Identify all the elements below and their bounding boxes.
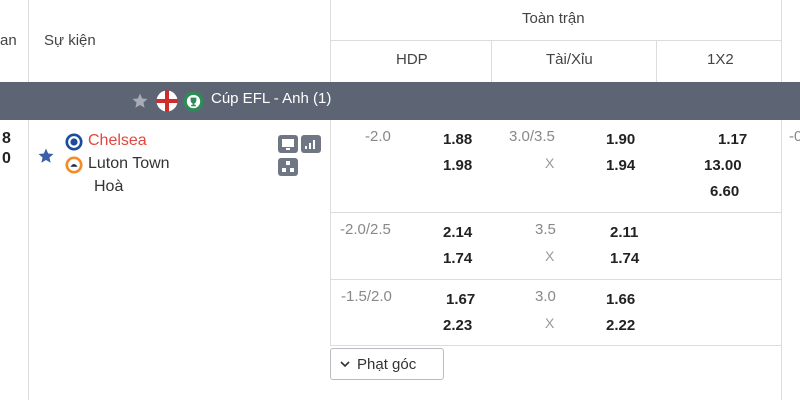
efl-cup-icon [183, 91, 204, 112]
england-flag-icon [156, 90, 178, 112]
hdp-away-odd[interactable]: 1.98 [443, 157, 472, 174]
column-divider [491, 40, 492, 82]
ou-over-odd[interactable]: 1.90 [606, 131, 635, 148]
chelsea-crest-icon [65, 133, 83, 151]
favorite-star-icon[interactable] [37, 147, 55, 165]
ou-under-odd[interactable]: 1.74 [610, 250, 639, 267]
ou-line: 3.5 [535, 221, 556, 238]
away-team-name[interactable]: Luton Town [88, 155, 170, 173]
chevron-down-icon [340, 361, 350, 368]
corner-odds-button[interactable]: Phạt góc [330, 348, 444, 380]
stats-icon[interactable] [301, 135, 321, 153]
header-full-match: Toàn trận [522, 10, 585, 27]
league-bar[interactable] [0, 82, 800, 120]
column-divider [330, 0, 331, 345]
match-time-partial: 0 [2, 150, 11, 167]
1x2-draw-odd[interactable]: 6.60 [710, 183, 739, 200]
header-time-partial: an [0, 32, 17, 49]
league-name[interactable]: Cúp EFL - Anh (1) [211, 90, 331, 107]
luton-crest-icon [65, 156, 83, 174]
header-event: Sự kiện [44, 32, 96, 49]
monitor-icon[interactable] [278, 135, 298, 153]
1x2-home-odd[interactable]: 1.17 [718, 131, 747, 148]
column-divider [781, 120, 782, 400]
hdp-home-odd[interactable]: 1.88 [443, 131, 472, 148]
home-team-name[interactable]: Chelsea [88, 132, 147, 150]
next-column-partial: -0 [789, 128, 800, 145]
header-1x2[interactable]: 1X2 [707, 51, 734, 68]
column-divider [656, 40, 657, 82]
draw-label: Hoà [94, 178, 124, 195]
header-hdp[interactable]: HDP [396, 51, 428, 68]
column-divider [781, 0, 782, 82]
header-over-under[interactable]: Tài/Xỉu [546, 51, 593, 68]
ou-over-odd[interactable]: 1.66 [606, 291, 635, 308]
ou-under-odd[interactable]: 1.94 [606, 157, 635, 174]
row-divider [330, 345, 781, 346]
column-divider [28, 0, 29, 400]
hdp-line: -2.0/2.5 [340, 221, 391, 238]
match-time-partial: 8 [2, 130, 11, 147]
ou-line: 3.0 [535, 288, 556, 305]
1x2-away-odd[interactable]: 13.00 [704, 157, 742, 174]
corner-odds-label: Phạt góc [357, 355, 417, 373]
ou-x-label: X [545, 248, 555, 264]
lineup-icon[interactable] [278, 158, 298, 176]
hdp-home-odd[interactable]: 1.67 [446, 291, 475, 308]
ou-x-label: X [545, 155, 555, 171]
ou-over-odd[interactable]: 2.11 [610, 224, 638, 241]
ou-x-label: X [545, 315, 555, 331]
hdp-line: -2.0 [365, 128, 391, 145]
ou-under-odd[interactable]: 2.22 [606, 317, 635, 334]
star-icon[interactable] [131, 92, 149, 110]
hdp-home-odd[interactable]: 2.14 [443, 224, 472, 241]
hdp-away-odd[interactable]: 1.74 [443, 250, 472, 267]
row-divider [330, 279, 781, 280]
hdp-away-odd[interactable]: 2.23 [443, 317, 472, 334]
hdp-line: -1.5/2.0 [341, 288, 392, 305]
row-divider [330, 212, 781, 213]
ou-line: 3.0/3.5 [509, 128, 555, 145]
header-divider [330, 40, 781, 41]
